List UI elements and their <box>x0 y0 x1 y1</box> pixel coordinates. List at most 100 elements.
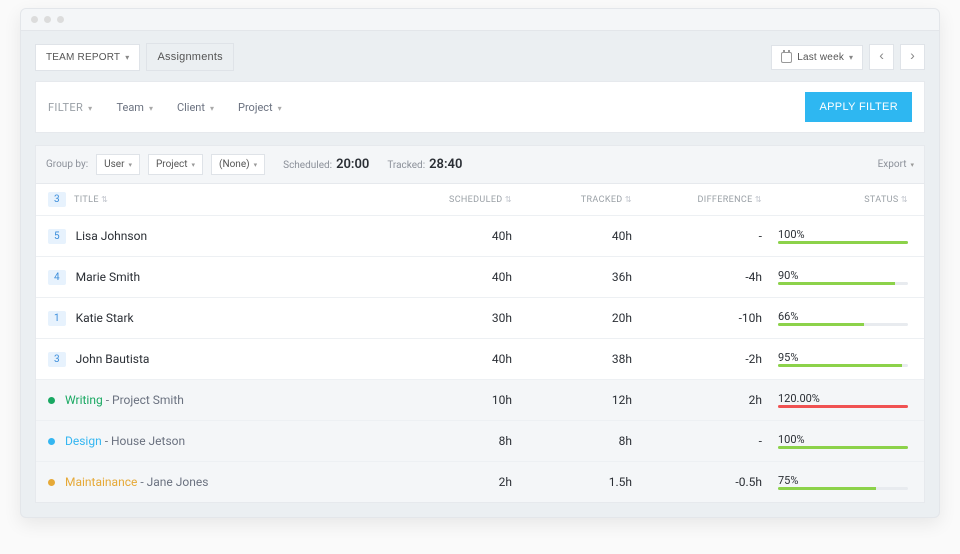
traffic-dot <box>57 16 64 23</box>
next-period-button[interactable] <box>900 44 925 70</box>
table-row[interactable]: 3 John Bautista 40h 38h -2h 95% <box>36 339 924 380</box>
row-person-name: Marie Smith <box>76 270 140 284</box>
row-count-badge: 4 <box>48 270 66 285</box>
row-count-badge: 5 <box>48 229 66 244</box>
row-project-title: Maintainance - Jane Jones <box>65 475 208 489</box>
team-report-label: TEAM REPORT <box>46 52 120 63</box>
date-range-label: Last week <box>797 52 844 63</box>
group-by-project[interactable]: Project <box>148 154 203 175</box>
caret-down-icon <box>149 101 153 114</box>
row-tracked: 1.5h <box>512 475 632 489</box>
traffic-dot <box>44 16 51 23</box>
caret-down-icon <box>210 101 214 114</box>
filter-team[interactable]: Team <box>116 101 153 114</box>
report-panel: Group by: User Project (None) Scheduled:… <box>35 145 925 503</box>
caret-down-icon <box>88 101 92 114</box>
progress-bar <box>778 323 908 326</box>
row-status-text: 90% <box>778 269 798 282</box>
row-scheduled: 30h <box>402 311 512 325</box>
table-row[interactable]: Writing - Project Smith 10h 12h 2h 120.0… <box>36 380 924 421</box>
row-tracked: 8h <box>512 434 632 448</box>
row-status-text: 120.00% <box>778 392 820 405</box>
prev-period-button[interactable] <box>869 44 894 70</box>
table-row[interactable]: Maintainance - Jane Jones 2h 1.5h -0.5h … <box>36 462 924 502</box>
assignments-label: Assignments <box>157 51 222 63</box>
row-difference: -2h <box>632 352 762 366</box>
row-status-text: 66% <box>778 310 798 323</box>
row-scheduled: 2h <box>402 475 512 489</box>
col-difference[interactable]: DIFFERENCE <box>698 195 763 205</box>
table-row[interactable]: Design - House Jetson 8h 8h - 100% <box>36 421 924 462</box>
top-toolbar: TEAM REPORT Assignments Last week <box>21 31 939 81</box>
col-title[interactable]: TITLE <box>74 195 108 205</box>
row-difference: - <box>632 229 762 243</box>
filter-label[interactable]: FILTER <box>48 101 92 114</box>
team-report-dropdown[interactable]: TEAM REPORT <box>35 44 140 71</box>
chevron-left-icon <box>879 51 884 63</box>
group-by-user[interactable]: User <box>96 154 140 175</box>
row-status-text: 75% <box>778 474 798 487</box>
row-difference: -0.5h <box>632 475 762 489</box>
caret-down-icon <box>125 52 129 63</box>
caret-down-icon <box>192 159 196 170</box>
row-scheduled: 40h <box>402 352 512 366</box>
calendar-icon <box>781 52 792 63</box>
progress-bar <box>778 446 908 449</box>
header-count-badge: 3 <box>48 192 66 207</box>
project-color-dot <box>48 397 55 404</box>
caret-down-icon <box>254 159 258 170</box>
filter-client[interactable]: Client <box>177 101 214 114</box>
row-difference: -4h <box>632 270 762 284</box>
row-scheduled: 40h <box>402 270 512 284</box>
row-status-text: 100% <box>778 228 805 241</box>
row-difference: 2h <box>632 393 762 407</box>
row-status-text: 95% <box>778 351 798 364</box>
row-person-name: Katie Stark <box>76 311 134 325</box>
row-difference: -10h <box>632 311 762 325</box>
row-tracked: 40h <box>512 229 632 243</box>
row-tracked: 36h <box>512 270 632 284</box>
row-count-badge: 3 <box>48 352 66 367</box>
col-scheduled[interactable]: SCHEDULED <box>449 195 512 205</box>
table-row[interactable]: 5 Lisa Johnson 40h 40h - 100% <box>36 216 924 257</box>
caret-down-icon <box>849 52 853 63</box>
caret-down-icon <box>128 159 132 170</box>
table-header: 3 TITLE SCHEDULED TRACKED DIFFERENCE STA… <box>36 184 924 216</box>
group-by-none[interactable]: (None) <box>211 154 265 175</box>
table-row[interactable]: 4 Marie Smith 40h 36h -4h 90% <box>36 257 924 298</box>
scheduled-stat: Scheduled: 20:00 <box>283 157 369 172</box>
apply-filter-button[interactable]: APPLY FILTER <box>805 92 912 122</box>
table-body: 5 Lisa Johnson 40h 40h - 100% 4 Marie Sm… <box>36 216 924 502</box>
traffic-dot <box>31 16 38 23</box>
row-tracked: 38h <box>512 352 632 366</box>
progress-bar <box>778 364 908 367</box>
export-dropdown[interactable]: Export <box>878 159 914 170</box>
progress-bar <box>778 241 908 244</box>
progress-bar <box>778 405 908 408</box>
filter-project[interactable]: Project <box>238 101 282 114</box>
row-status-text: 100% <box>778 433 805 446</box>
row-tracked: 12h <box>512 393 632 407</box>
tracked-stat: Tracked: 28:40 <box>387 157 462 172</box>
row-scheduled: 8h <box>402 434 512 448</box>
date-range-dropdown[interactable]: Last week <box>771 45 863 70</box>
chevron-right-icon <box>910 51 915 63</box>
row-scheduled: 40h <box>402 229 512 243</box>
row-person-name: John Bautista <box>76 352 150 366</box>
row-project-title: Writing - Project Smith <box>65 393 184 407</box>
group-by-bar: Group by: User Project (None) Scheduled:… <box>36 146 924 184</box>
row-difference: - <box>632 434 762 448</box>
progress-bar <box>778 282 908 285</box>
table-row[interactable]: 1 Katie Stark 30h 20h -10h 66% <box>36 298 924 339</box>
project-color-dot <box>48 438 55 445</box>
project-color-dot <box>48 479 55 486</box>
group-by-label: Group by: <box>46 159 88 170</box>
caret-down-icon <box>278 101 282 114</box>
col-tracked[interactable]: TRACKED <box>581 195 632 205</box>
assignments-tab[interactable]: Assignments <box>146 43 233 71</box>
app-window: TEAM REPORT Assignments Last week FILTER… <box>20 8 940 518</box>
col-status[interactable]: STATUS <box>864 195 908 205</box>
row-tracked: 20h <box>512 311 632 325</box>
row-person-name: Lisa Johnson <box>76 229 147 243</box>
row-scheduled: 10h <box>402 393 512 407</box>
